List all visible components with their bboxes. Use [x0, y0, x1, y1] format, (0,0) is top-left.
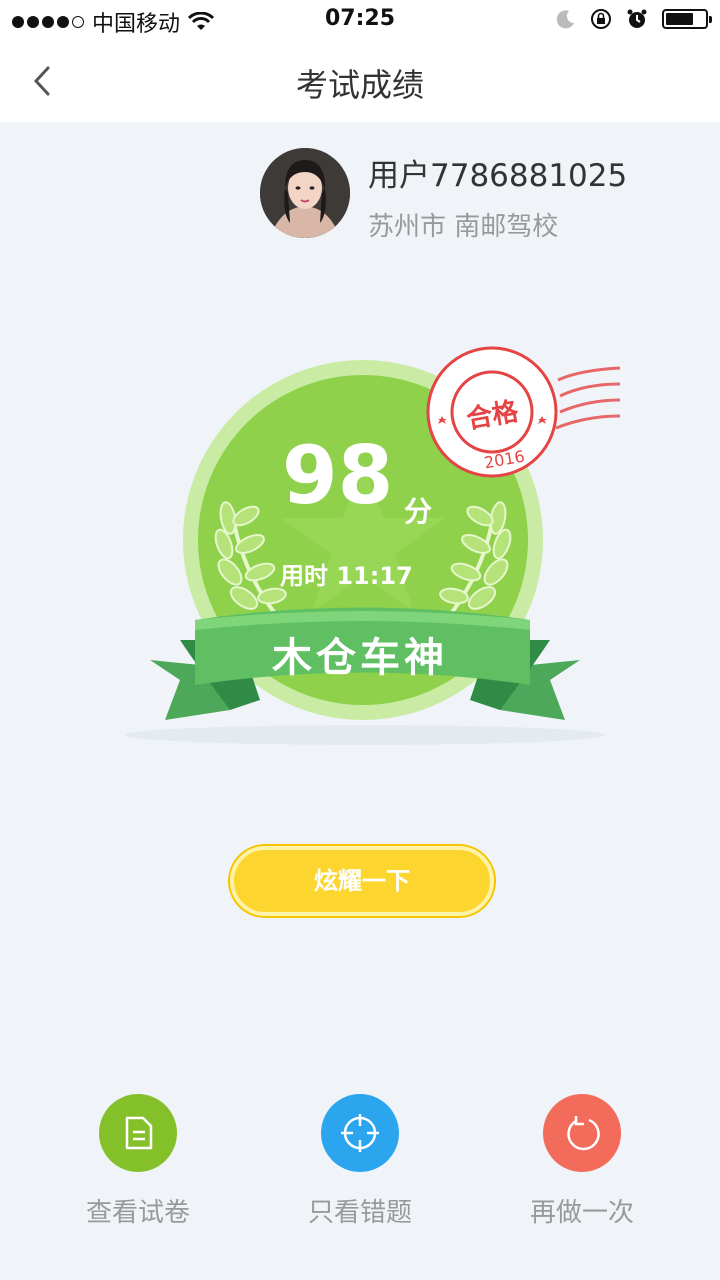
retry-circle: [543, 1094, 621, 1172]
redo-icon: [567, 1116, 600, 1151]
user-name: 用户7786881025: [368, 158, 628, 194]
page-title: 考试成绩: [295, 66, 424, 104]
result-badge: [125, 346, 620, 745]
status-bar: 中国移动 07:25: [0, 0, 720, 40]
wrong-only-circle: [321, 1094, 399, 1172]
time-used: 用时 11:17: [280, 562, 413, 590]
retry-button[interactable]: 再做一次: [492, 1094, 672, 1229]
target-icon: [341, 1114, 379, 1152]
moon-icon: [556, 10, 574, 29]
view-paper-circle: [99, 1094, 177, 1172]
avatar[interactable]: [260, 148, 350, 238]
user-school: 苏州市 南邮驾校: [368, 212, 559, 242]
avatar-image: [260, 148, 350, 238]
alarm-icon: [627, 9, 647, 28]
rotation-lock-icon: [591, 9, 611, 29]
view-paper-label: 查看试卷: [85, 1198, 190, 1228]
battery-fill: [666, 13, 693, 25]
share-button[interactable]: 炫耀一下: [230, 846, 494, 916]
score-unit: 分: [404, 495, 433, 528]
battery-icon: [662, 9, 712, 29]
wrong-only-button[interactable]: 只看错题: [270, 1094, 450, 1229]
status-right: [556, 8, 712, 30]
retry-label: 再做一次: [529, 1198, 634, 1228]
view-paper-button[interactable]: 查看试卷: [48, 1094, 228, 1229]
score-value: 98: [282, 429, 394, 522]
rank-title: 木仓车神: [272, 635, 448, 681]
document-icon: [125, 1116, 153, 1150]
nav-bar: 考试成绩: [0, 40, 720, 122]
wrong-only-label: 只看错题: [307, 1198, 412, 1228]
